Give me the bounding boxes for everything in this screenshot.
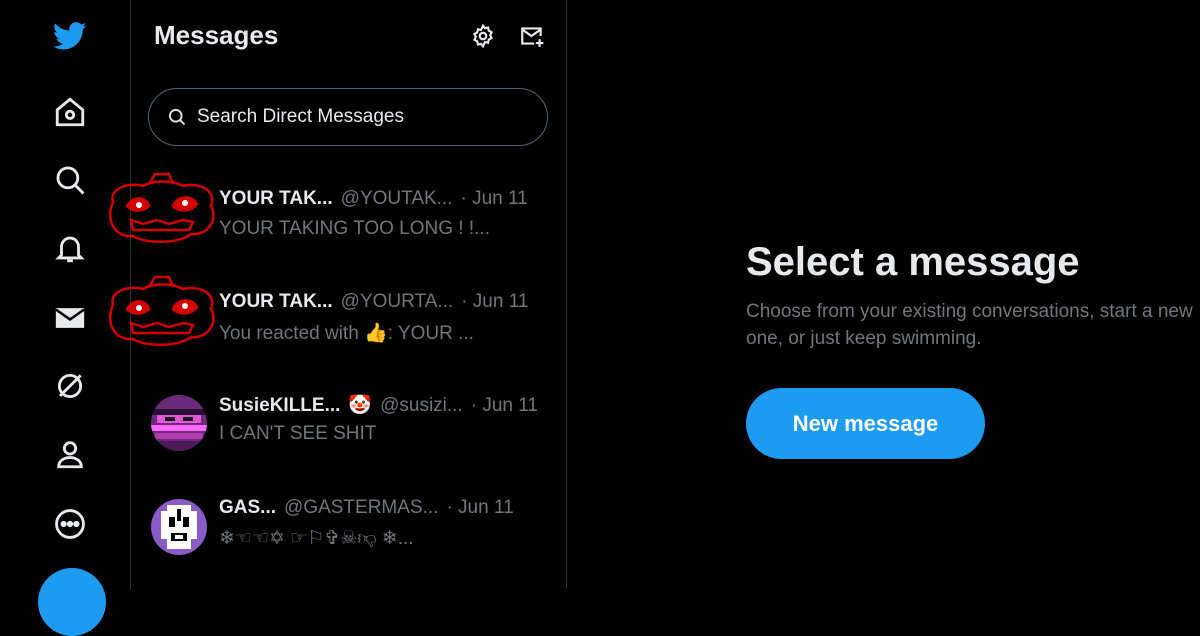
avatar (103, 275, 221, 351)
settings-gear-icon[interactable] (467, 20, 499, 52)
conversation-preview: ❄︎☜☜✡︎ ☞⚐✞☠︎👎︎ ❄︎... (219, 528, 414, 549)
spaces-icon[interactable] (50, 366, 90, 406)
conversation-handle: @YOUTAK... (340, 188, 453, 209)
conversation-name: GAS... (219, 497, 277, 518)
conversation-item[interactable]: YOUR TAK... @YOURTA... · Jun 11 You reac… (108, 275, 567, 391)
twitter-bird-icon[interactable] (50, 16, 90, 56)
notifications-icon[interactable] (50, 228, 90, 268)
conversation-handle: @susizi... (380, 395, 463, 416)
conversation-item[interactable]: YOUR TAK... @YOUTAK... · Jun 11 YOUR TAK… (108, 172, 567, 288)
search-bar[interactable] (148, 88, 548, 146)
compose-button[interactable] (38, 568, 106, 636)
conversation-preview: You reacted with 👍: YOUR ... (219, 323, 474, 344)
conversation-preview: YOUR TAKING TOO LONG ! !... (219, 218, 490, 239)
conversation-handle: @YOURTA... (340, 291, 454, 312)
avatar (151, 499, 207, 555)
detail-title: Select a message (746, 240, 1080, 284)
detail-subtitle: Choose from your existing conversations,… (746, 301, 1193, 349)
explore-icon[interactable] (50, 160, 90, 200)
new-message-icon[interactable] (516, 20, 548, 52)
conversation-handle: @GASTERMAS... (284, 497, 439, 518)
conversation-item[interactable]: SusieKILLE... 🤡 @susizi... · Jun 11 I CA… (131, 393, 567, 493)
search-input[interactable] (195, 105, 529, 129)
conversation-preview: I CAN'T SEE SHIT (219, 423, 377, 444)
conversation-item[interactable]: GAS... @GASTERMAS... · Jun 11 ❄︎☜☜✡︎ ☞⚐✞… (131, 497, 567, 597)
conversation-name: YOUR TAK... (219, 291, 333, 312)
conversation-date: · Jun 11 (461, 291, 529, 312)
profile-icon[interactable] (50, 434, 90, 474)
messages-column: Messages YOUR TAK... @YOUTAK... · Jun 11 (108, 0, 567, 589)
avatar (151, 395, 207, 451)
home-icon[interactable] (50, 92, 90, 132)
conversation-name: YOUR TAK... (219, 188, 333, 209)
page-title: Messages (154, 20, 279, 50)
conversation-date: · Jun 11 (470, 395, 538, 416)
conversation-name: SusieKILLE... (219, 395, 341, 416)
conversation-date: · Jun 11 (460, 188, 528, 209)
new-message-button[interactable]: New message (746, 388, 985, 459)
more-icon[interactable] (50, 504, 90, 544)
message-detail-panel: Select a message Choose from your existi… (567, 0, 1200, 589)
clown-emoji: 🤡 (348, 395, 373, 416)
avatar (103, 172, 221, 248)
messages-icon[interactable] (50, 298, 90, 338)
search-icon (169, 109, 186, 126)
conversation-date: · Jun 11 (446, 497, 514, 518)
